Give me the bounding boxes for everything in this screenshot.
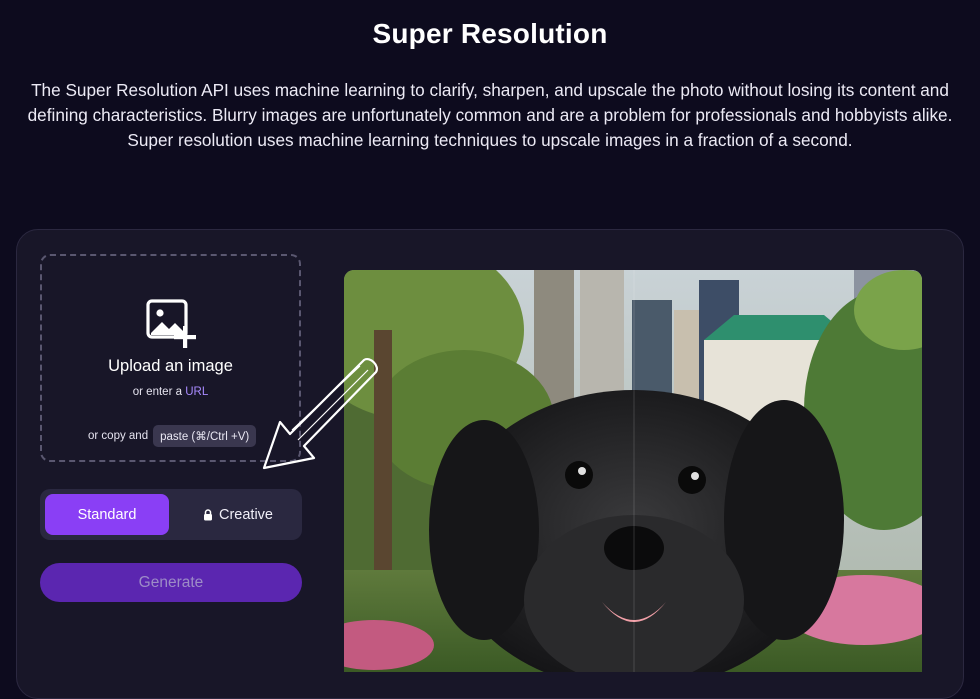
image-plus-icon bbox=[146, 299, 196, 348]
example-image bbox=[344, 270, 922, 672]
page-title: Super Resolution bbox=[372, 18, 608, 49]
mode-toggle: Standard Creative bbox=[40, 489, 302, 540]
lock-icon bbox=[204, 508, 212, 520]
page-description: The Super Resolution API uses machine le… bbox=[27, 80, 953, 150]
url-link[interactable]: URL bbox=[185, 386, 208, 398]
generate-button[interactable]: Generate bbox=[40, 563, 302, 602]
url-prefix: or enter a bbox=[132, 386, 182, 398]
creative-mode-label: Creative bbox=[219, 506, 273, 523]
creative-mode-button[interactable]: Creative bbox=[180, 494, 296, 535]
paste-line: or copy and paste (⌘/Ctrl +V) bbox=[88, 424, 257, 448]
paste-prefix: or copy and bbox=[88, 430, 149, 442]
standard-mode-button[interactable]: Standard bbox=[45, 494, 169, 535]
paste-shortcut-chip[interactable]: paste (⌘/Ctrl +V) bbox=[153, 425, 257, 447]
arrow-icon bbox=[262, 358, 378, 470]
